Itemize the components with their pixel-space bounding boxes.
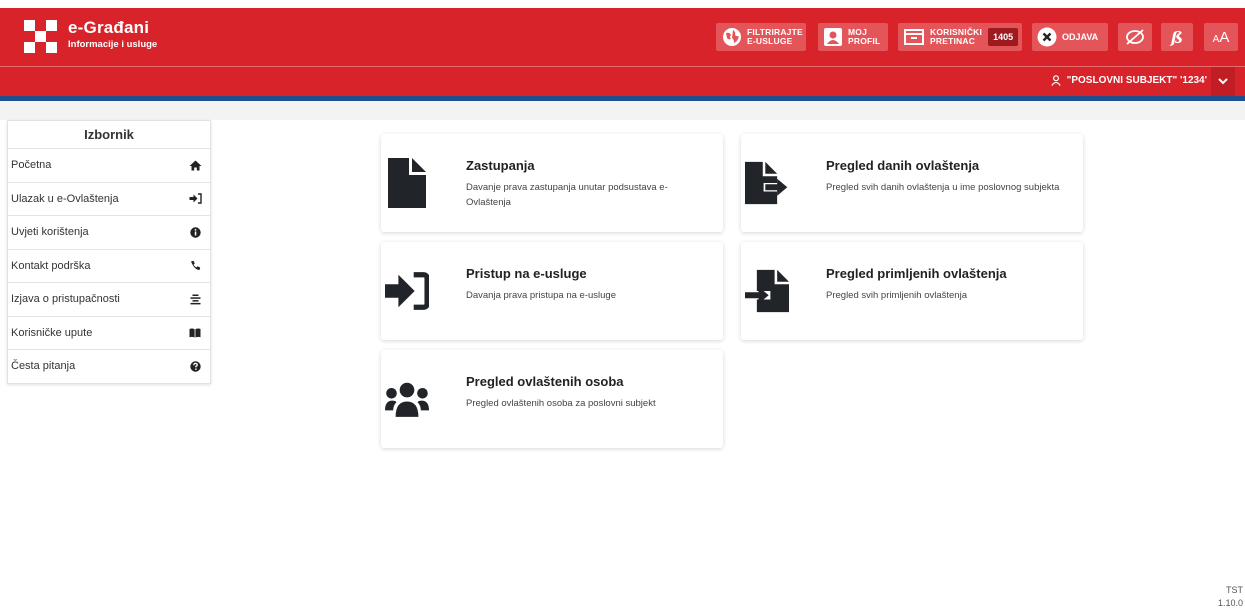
card-title: Pristup na e-usluge [466,266,587,281]
filter-label-line2: E-USLUGE [747,36,793,46]
sidebar-item-eauthorizations-login[interactable]: Ulazak u e-Ovlaštenja [8,181,210,216]
user-inbox-button[interactable]: KORISNIČKI PRETINAC 1405 [898,23,1022,51]
globe-filter-icon [722,27,742,47]
file-export-icon [745,156,789,210]
contrast-toggle-button[interactable] [1118,23,1152,51]
sidebar-item-label: Česta pitanja [11,360,76,373]
card-description: Davanje prava zastupanja unutar podsusta… [466,182,668,208]
sign-in-icon [385,264,429,318]
sidebar-item-user-guides[interactable]: Korisničke upute [8,315,210,350]
sidebar-item-home[interactable]: Početna [8,148,210,182]
sidebar-item-label: Ulazak u e-Ovlaštenja [11,192,119,205]
users-icon [385,372,429,426]
info-circle-icon [188,225,202,239]
sidebar-item-accessibility-statement[interactable]: Izjava o pristupačnosti [8,282,210,316]
inbox-count-badge: 1405 [988,28,1019,46]
card-description: Pregled ovlaštenih osoba za poslovni sub… [466,398,656,409]
card-representation[interactable]: Zastupanja Davanje prava zastupanja unut… [381,134,723,232]
card-title: Pregled primljenih ovlaštenja [826,266,1007,281]
card-description: Pregled svih danih ovlaštenja u ime posl… [826,182,1060,193]
business-subject-selector[interactable]: "POSLOVNI SUBJEKT" '1234' [1050,75,1207,86]
sidebar-item-label: Korisničke upute [11,326,93,339]
sidebar-item-faq[interactable]: Česta pitanja [8,349,210,383]
my-profile-button[interactable]: MOJ PROFIL [818,23,888,51]
home-icon [188,158,202,172]
card-authorized-persons[interactable]: Pregled ovlaštenih osoba Pregled ovlašte… [381,350,723,448]
checkerboard-logo-icon [24,20,58,54]
sidebar-menu: Izbornik Početna Ulazak u e-Ovlaštenja U… [7,120,211,384]
page: e-Građani Informacije i usluge FILTRIRAJ… [0,0,1245,614]
user-outline-icon [1050,75,1061,86]
card-title: Zastupanja [466,158,535,173]
app-logo[interactable]: e-Građani Informacije i usluge [24,18,157,54]
logout-button[interactable]: ODJAVA [1032,23,1108,51]
inbox-label-line2: PRETINAC [930,36,976,46]
content-top-band [0,101,1245,120]
card-title: Pregled danih ovlaštenja [826,158,980,173]
sidebar-item-terms-of-use[interactable]: Uvjeti korištenja [8,215,210,249]
profile-label-line2: PROFIL [848,36,881,46]
sidebar-item-label: Uvjeti korištenja [11,226,89,239]
card-title: Pregled ovlaštenih osoba [466,374,624,389]
version-info: TST 1.10.0 [1218,584,1243,610]
filter-services-button[interactable]: FILTRIRAJTE E-USLUGE [716,23,806,51]
phone-icon [188,259,202,273]
inbox-icon [904,28,924,46]
business-subject-bar: "POSLOVNI SUBJEKT" '1234' [0,67,1245,96]
version-label: 1.10.0 [1217,598,1243,608]
card-description: Davanja prava pristupa na e-usluge [466,290,616,301]
sidebar-item-label: Kontakt podrška [11,259,91,272]
sign-in-icon [188,192,202,206]
book-icon [188,326,202,340]
chevron-down-icon [1218,78,1228,85]
subject-dropdown-toggle[interactable] [1211,67,1235,96]
align-center-icon [188,292,202,306]
dyslexic-font-icon: ß [1170,27,1184,47]
card-description: Pregled svih primljenih ovlaštenja [826,290,967,301]
eye-slash-icon [1124,28,1146,46]
logout-label: ODJAVA [1062,32,1099,42]
card-received-authorizations[interactable]: Pregled primljenih ovlaštenja Pregled sv… [741,242,1083,340]
font-size-icon: AA [1213,29,1230,46]
card-eservices-access[interactable]: Pristup na e-usluge Davanja prava pristu… [381,242,723,340]
business-subject-label: "POSLOVNI SUBJEKT" '1234' [1066,75,1207,86]
file-import-icon [745,264,789,318]
font-size-large-a: A [1219,28,1230,46]
app-title: e-Građani [68,18,150,37]
sidebar-item-label: Izjava o pristupačnosti [11,293,120,306]
sidebar-title: Izbornik [84,127,134,142]
sidebar-item-label: Početna [11,159,52,172]
question-circle-icon [188,359,202,373]
file-icon [385,156,429,210]
dyslexia-font-button[interactable]: ß [1161,23,1193,51]
font-size-button[interactable]: AA [1204,23,1238,51]
app-subtitle: Informacije i usluge [68,39,158,50]
user-profile-icon [823,27,843,47]
environment-label: TST [1226,585,1243,595]
card-given-authorizations[interactable]: Pregled danih ovlaštenja Pregled svih da… [741,134,1083,232]
close-circle-icon [1037,27,1057,47]
sidebar-item-contact-support[interactable]: Kontakt podrška [8,248,210,283]
top-header: e-Građani Informacije i usluge FILTRIRAJ… [0,8,1245,67]
